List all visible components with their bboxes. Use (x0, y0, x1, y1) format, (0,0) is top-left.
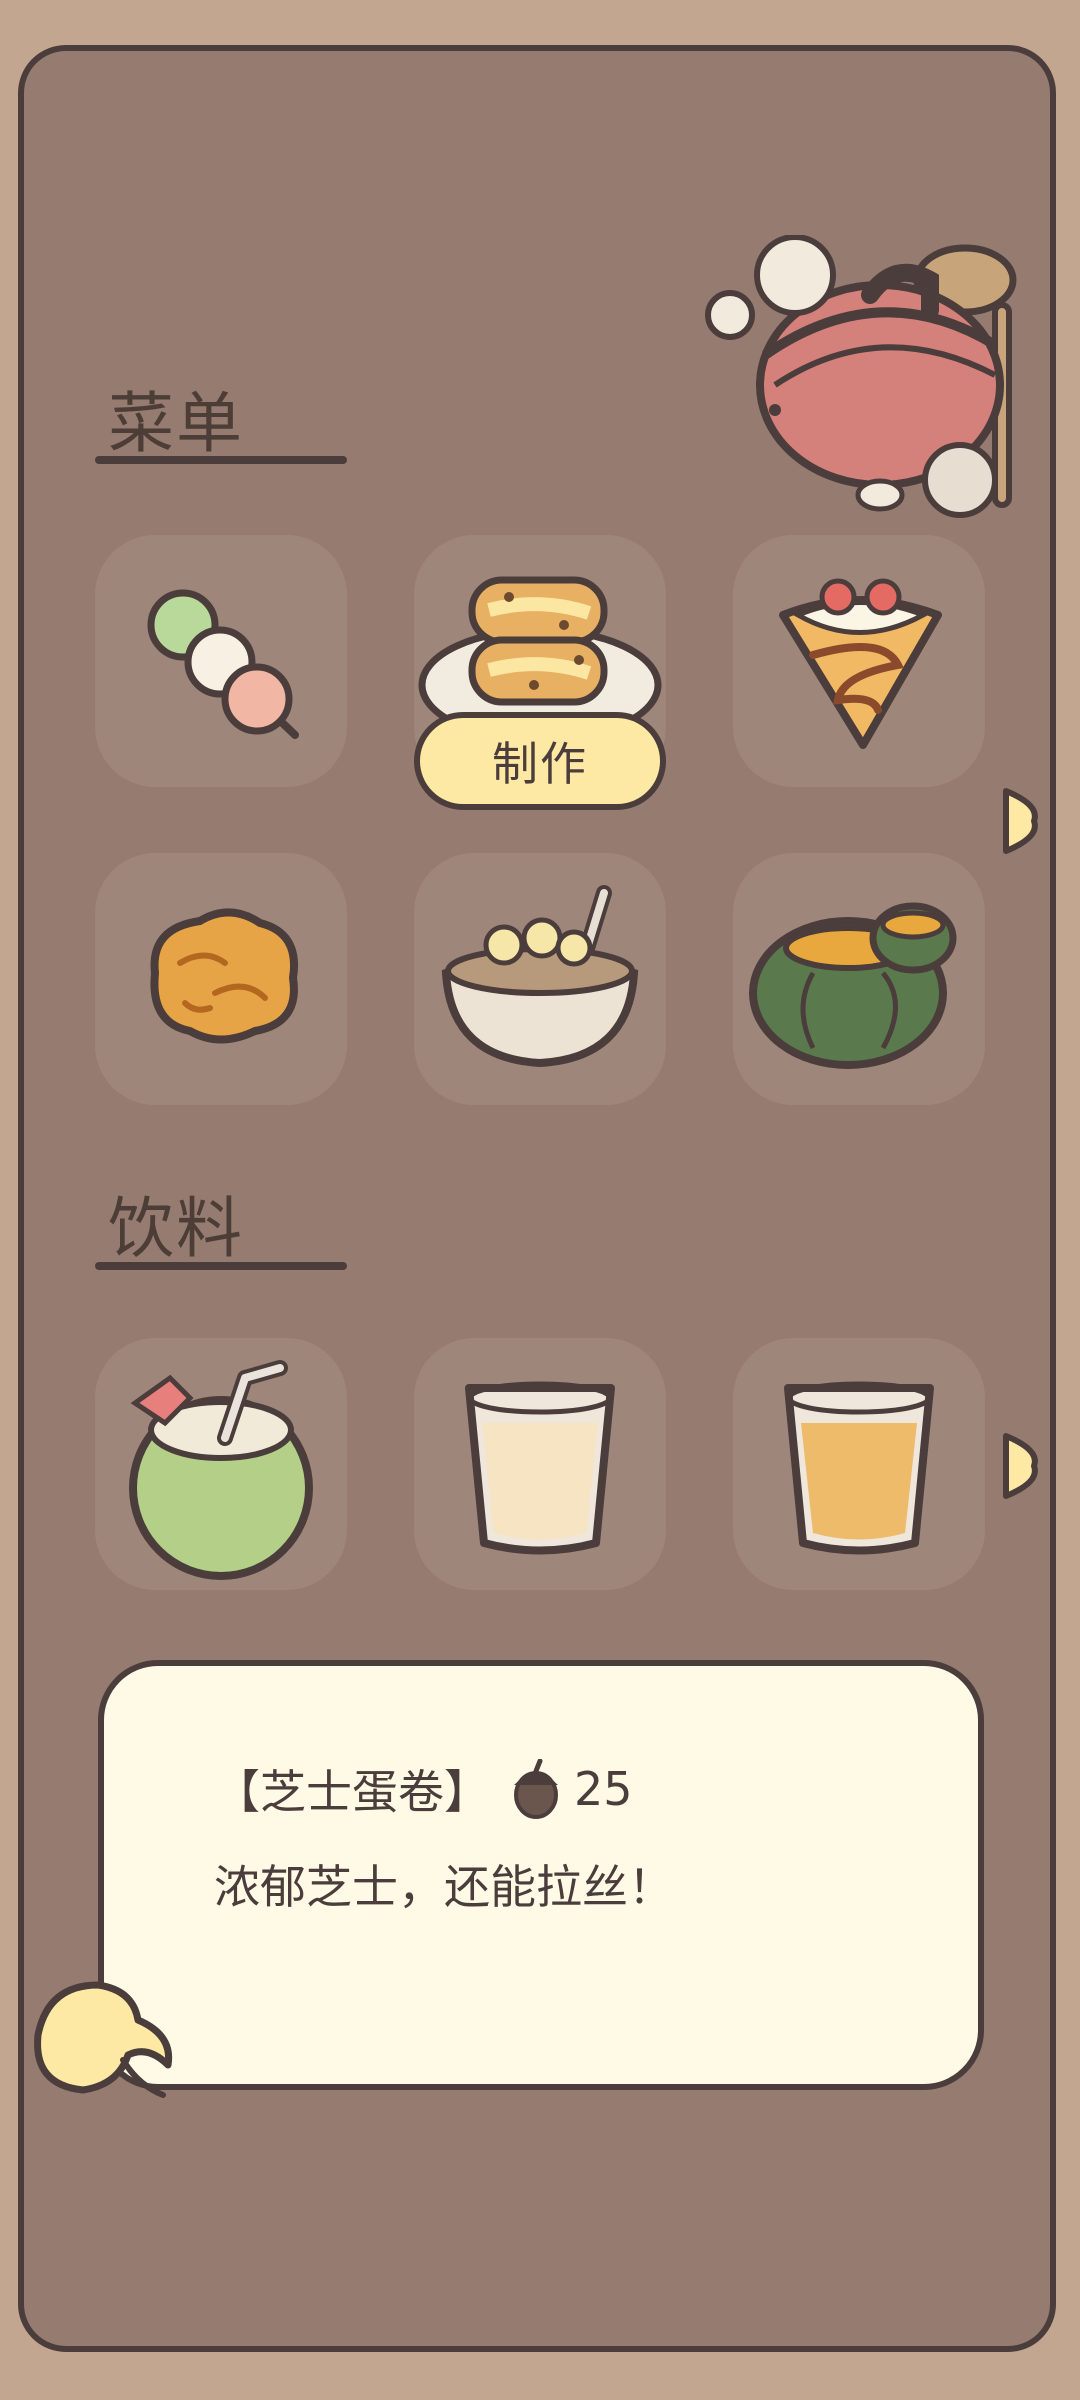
crepe-icon (779, 578, 942, 749)
menu-item-pumpkin-soup[interactable] (733, 853, 985, 1105)
menu-item-fried-cake[interactable] (95, 853, 347, 1105)
menu-item-crepe[interactable] (733, 535, 985, 787)
banana-oatmeal-icon (441, 885, 639, 1068)
item-price: 25 (574, 1762, 633, 1816)
drink-item-milk[interactable] (414, 1338, 666, 1590)
drink-item-juice[interactable] (733, 1338, 985, 1590)
menu-section-underline (95, 456, 347, 464)
drink-item-coconut[interactable] (95, 1338, 347, 1590)
dango-icon (147, 589, 299, 739)
fried-cake-icon (150, 908, 298, 1044)
menu-item-dango[interactable] (95, 535, 347, 787)
menu-item-banana-oatmeal[interactable] (414, 853, 666, 1105)
make-button[interactable]: 制作 (414, 712, 666, 810)
item-description: 浓郁芝士，还能拉丝！ (214, 1860, 674, 1914)
drinks-section-title: 饮料 (108, 1190, 244, 1267)
milk-glass-icon (465, 1381, 615, 1555)
squirrel-tail-icon (34, 1981, 173, 2098)
juice-glass-icon (784, 1381, 934, 1555)
item-detail-dialog: 【芝士蛋卷】 25 浓郁芝士，还能拉丝！ (98, 1660, 984, 2090)
acorn-icon (514, 1759, 558, 1819)
cooking-pot-icon (705, 235, 1017, 518)
drinks-section-underline (95, 1262, 347, 1270)
menu-next-arrow-icon[interactable] (1000, 785, 1040, 857)
drinks-next-arrow-icon[interactable] (1000, 1430, 1040, 1502)
coconut-drink-icon (129, 1360, 313, 1580)
menu-section-title: 菜单 (108, 385, 244, 462)
pumpkin-soup-icon (749, 902, 957, 1069)
item-detail-header: 【芝士蛋卷】 25 (214, 1756, 633, 1822)
item-name: 【芝士蛋卷】 (214, 1765, 490, 1819)
